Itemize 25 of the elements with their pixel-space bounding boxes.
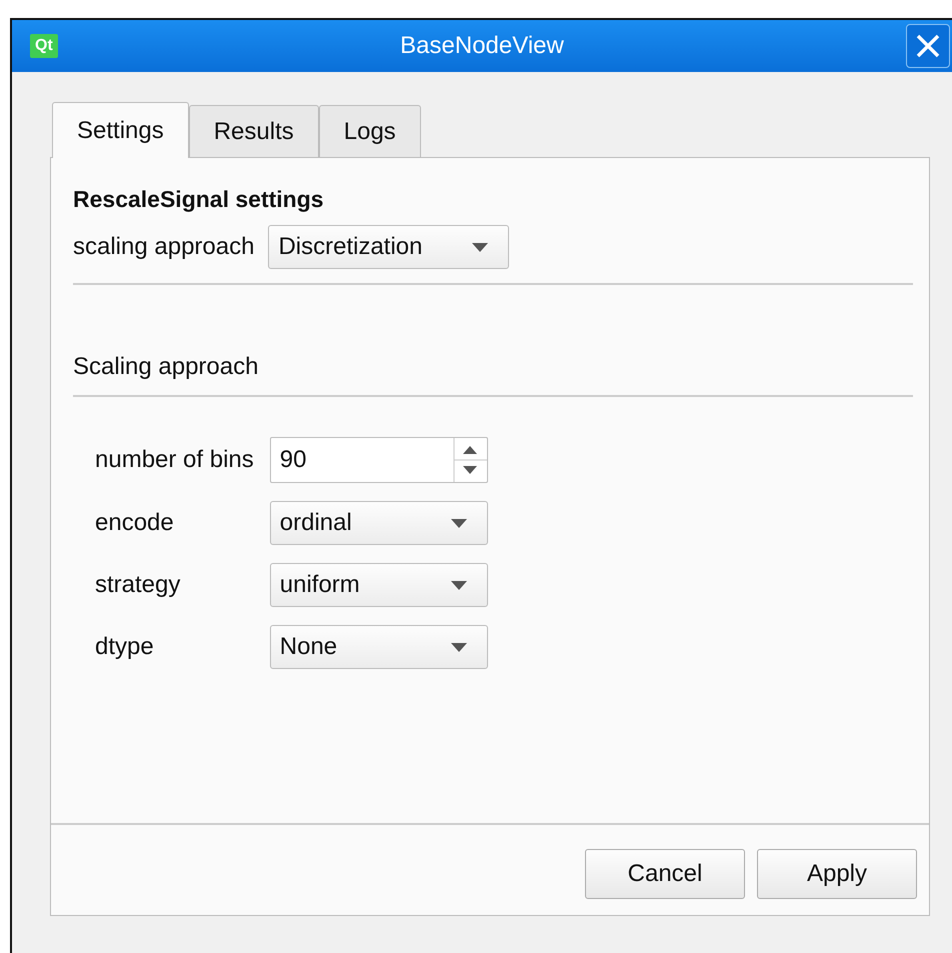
tab[interactable]: Results	[188, 105, 319, 157]
dropdown[interactable]: Discretization	[268, 225, 510, 269]
dialog-button[interactable]: Apply	[757, 849, 917, 899]
spin-arrows-icon	[452, 438, 487, 482]
window-title: BaseNodeView	[400, 32, 564, 60]
close-button[interactable]	[906, 24, 950, 68]
section-title: Scaling approach	[73, 353, 260, 381]
spin-box[interactable]: 90	[270, 437, 488, 483]
dialog-button[interactable]: Cancel	[585, 849, 745, 899]
field-label: dtype	[95, 633, 155, 661]
field-label: encode	[95, 509, 175, 537]
tab[interactable]: Logs	[318, 105, 421, 157]
caret-icon	[450, 580, 467, 590]
section-heading: RescaleSignal settings	[73, 186, 325, 213]
field-label: number of bins	[95, 446, 254, 474]
app-logo: Qt	[30, 34, 58, 58]
field-label: scaling approach	[73, 233, 254, 261]
tab[interactable]: Settings	[52, 102, 189, 158]
field-label: strategy	[95, 571, 182, 599]
caret-icon	[472, 242, 488, 252]
dropdown[interactable]: ordinal	[270, 501, 488, 545]
caret-icon	[450, 642, 467, 652]
caret-icon	[450, 518, 467, 528]
dropdown[interactable]: None	[270, 625, 488, 669]
dropdown[interactable]: uniform	[270, 563, 488, 607]
